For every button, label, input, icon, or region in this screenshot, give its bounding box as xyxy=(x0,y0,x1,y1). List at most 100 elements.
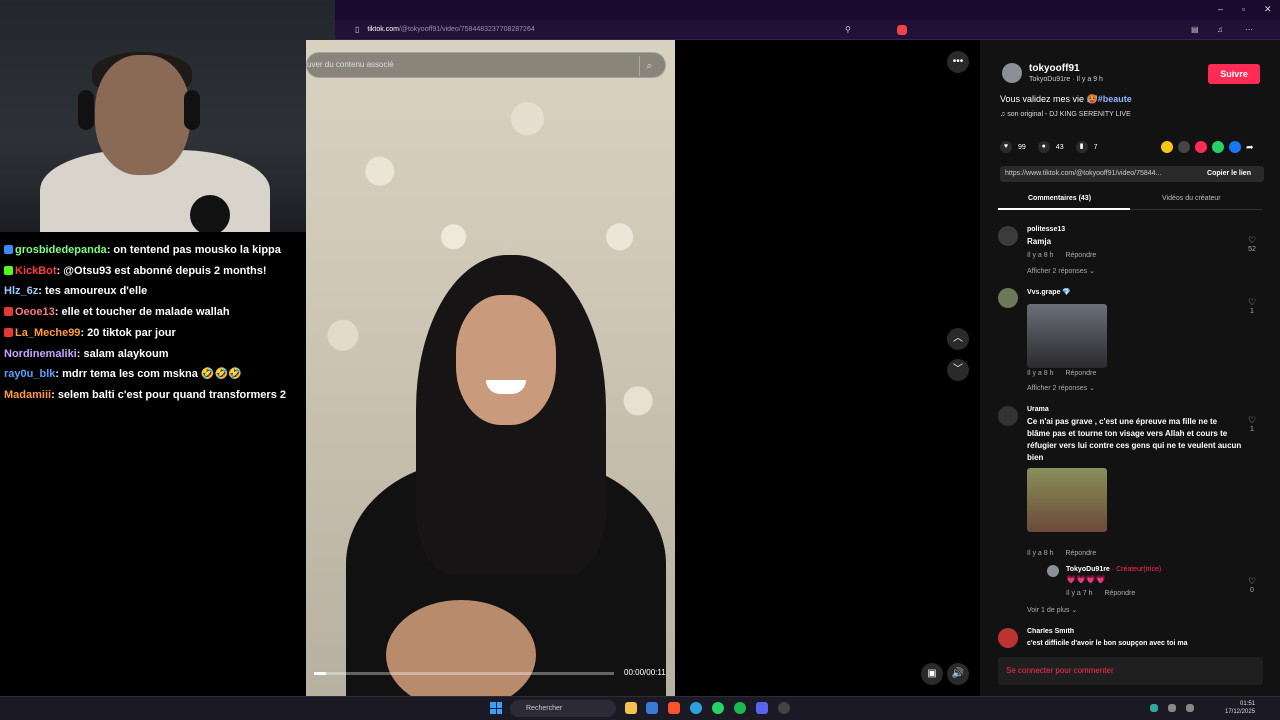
chat-username[interactable]: Nordinemaliki xyxy=(4,348,77,360)
comment-text: c'est difficile d'avoir le bon soupçon a… xyxy=(1027,640,1188,647)
video-link-field[interactable]: https://www.tiktok.com/@tokyooff91/video… xyxy=(1000,166,1264,182)
chat-username[interactable]: Oeoe13 xyxy=(15,306,55,318)
commenter-avatar[interactable] xyxy=(998,628,1018,648)
translate-icon[interactable]: ⚲ xyxy=(845,25,851,34)
chat-text: @Otsu93 est abonné depuis 2 months! xyxy=(63,264,267,277)
tab-creator-videos[interactable]: Vidéos du créateur xyxy=(1162,195,1221,202)
volume-tray-icon[interactable] xyxy=(1186,704,1194,712)
search-icon[interactable]: ⌕ xyxy=(639,56,659,76)
related-search-input[interactable]: uver du contenu associé ⌕ xyxy=(306,52,666,78)
comment-meta: Il y a 8 h Répondre xyxy=(1027,252,1097,259)
volume-icon[interactable]: 🔊 xyxy=(947,663,969,685)
comment-like[interactable]: ♡ 52 xyxy=(1244,235,1260,253)
comment-item: Urama Ce n'ai pas grave , c'est une épre… xyxy=(998,406,1260,626)
chat-message: Madamiii: selem balti c'est pour quand t… xyxy=(4,388,286,401)
chat-text: tes amoureux d'elle xyxy=(44,285,148,298)
reply-like[interactable]: ♡ 0 xyxy=(1244,576,1260,594)
commenter-avatar[interactable] xyxy=(998,288,1018,308)
reply-author[interactable]: TokyoDu91re · Créateur(trice) xyxy=(1066,566,1161,573)
tab-comments[interactable]: Commentaires (43) xyxy=(1028,195,1091,202)
commenter-name[interactable]: Vvs.grape 💎 xyxy=(1027,288,1071,296)
system-clock[interactable]: 01:51 17/12/2025 xyxy=(1225,700,1255,716)
chat-username[interactable]: Madamiii xyxy=(4,389,51,401)
commenter-name[interactable]: Charles Smith xyxy=(1027,628,1074,635)
discord-icon[interactable] xyxy=(756,702,768,714)
login-to-comment-button[interactable]: Se connecter pour commenter xyxy=(998,657,1263,685)
commenter-name[interactable]: politesse13 xyxy=(1027,226,1065,233)
show-replies-button[interactable]: Afficher 2 réponses ⌄ xyxy=(1027,384,1095,392)
url-text[interactable]: tiktok.com/@tokyooff91/video/75844832377… xyxy=(367,26,534,33)
hashtag-link[interactable]: #beaute xyxy=(1098,94,1132,104)
chat-username[interactable]: Hlz_6z xyxy=(4,285,38,297)
minimize-icon[interactable]: – xyxy=(1218,4,1223,14)
video-player[interactable]: uver du contenu associé ⌕ 00:00/00:11 xyxy=(306,40,675,696)
music-icon[interactable]: ♫ xyxy=(1217,25,1223,34)
reply-button[interactable]: Répondre xyxy=(1065,550,1096,557)
maximize-icon[interactable]: ▫ xyxy=(1242,4,1245,14)
comment-item: Vvs.grape 💎 Il y a 8 h Répondre Afficher … xyxy=(998,288,1260,398)
video-caption: Vous validez mes vie 🥵#beaute xyxy=(1000,94,1132,104)
bookmark-icon[interactable]: ▮ xyxy=(1075,141,1088,153)
chat-text: on tentend pas mousko la kippa xyxy=(113,244,281,256)
previous-video-icon[interactable]: ︿ xyxy=(947,328,969,350)
chat-username[interactable]: ray0u_blk xyxy=(4,368,55,380)
video-timecode: 00:00/00:11 xyxy=(624,668,666,677)
chat-message: Oeoe13: elle et toucher de malade wallah xyxy=(4,302,306,323)
next-video-icon[interactable]: ﹀ xyxy=(947,359,969,381)
more-options-icon[interactable]: ••• xyxy=(947,51,969,73)
author-subtitle: TokyoDu91re · Il y a 9 h xyxy=(1029,76,1103,83)
network-icon[interactable] xyxy=(1168,704,1176,712)
chat-message: Nordinemaliki: salam alaykoum xyxy=(4,347,169,360)
close-icon[interactable]: ✕ xyxy=(1264,4,1272,15)
commenter-avatar[interactable] xyxy=(998,226,1018,246)
chat-username[interactable]: La_Meche99 xyxy=(15,327,80,339)
author-avatar[interactable] xyxy=(1002,63,1022,83)
spotify-icon[interactable] xyxy=(734,702,746,714)
author-name[interactable]: tokyooff91 xyxy=(1029,63,1080,74)
bookmark-icon[interactable]: ▯ xyxy=(355,25,359,34)
facebook-icon[interactable] xyxy=(1229,141,1241,153)
extension-icon[interactable] xyxy=(897,25,907,35)
embed-icon[interactable] xyxy=(1178,141,1190,153)
follow-button[interactable]: Suivre xyxy=(1208,64,1260,84)
reply-button[interactable]: Répondre xyxy=(1104,590,1135,597)
chat-badge-icon xyxy=(4,327,13,337)
send-icon[interactable] xyxy=(1195,141,1207,153)
comment-like[interactable]: ♡ 1 xyxy=(1244,415,1260,433)
brave-icon[interactable] xyxy=(668,702,680,714)
chat-username[interactable]: KickBot xyxy=(15,265,57,277)
commenter-name[interactable]: Urama xyxy=(1027,406,1049,413)
share-arrow-icon[interactable]: ➦ xyxy=(1246,141,1258,153)
reply-avatar[interactable] xyxy=(1047,565,1059,577)
music-label[interactable]: ♫ son original - DJ KING SERENITY LIVE xyxy=(1000,111,1131,118)
start-icon[interactable] xyxy=(490,702,502,714)
reply-button[interactable]: Répondre xyxy=(1065,252,1096,259)
whatsapp-app-icon[interactable] xyxy=(712,702,724,714)
heart-icon[interactable]: ♥ xyxy=(1000,141,1012,153)
menu-icon[interactable]: ⋯ xyxy=(1245,25,1253,34)
whatsapp-icon[interactable] xyxy=(1212,141,1224,153)
address-bar[interactable]: ▯ tiktok.com/@tokyooff91/video/758448323… xyxy=(335,20,1280,40)
comment-image[interactable] xyxy=(1027,468,1107,532)
commenter-avatar[interactable] xyxy=(998,406,1018,426)
sidebar-icon[interactable]: ▤ xyxy=(1191,25,1199,34)
comment-icon[interactable]: ● xyxy=(1037,141,1050,153)
tray-icon[interactable] xyxy=(1150,704,1158,712)
show-more-replies-button[interactable]: Voir 1 de plus ⌄ xyxy=(1027,606,1077,614)
copy-link-button[interactable]: Copier le lien xyxy=(1194,166,1264,182)
chat-username[interactable]: grosbidedepanda xyxy=(15,244,107,256)
video-progress-bar[interactable] xyxy=(314,672,614,675)
likes-count: 99 xyxy=(1018,143,1026,151)
obs-icon[interactable] xyxy=(778,702,790,714)
telegram-icon[interactable] xyxy=(690,702,702,714)
miniplayer-icon[interactable]: ▣ xyxy=(921,663,943,685)
show-replies-button[interactable]: Afficher 2 réponses ⌄ xyxy=(1027,267,1095,275)
comment-like[interactable]: ♡ 1 xyxy=(1244,297,1260,315)
comment-image[interactable] xyxy=(1027,304,1107,368)
taskbar-search-input[interactable]: Rechercher xyxy=(510,700,616,717)
reply-button[interactable]: Répondre xyxy=(1065,370,1096,377)
file-explorer-icon[interactable] xyxy=(625,702,637,714)
chat-badge-icon xyxy=(4,265,13,275)
store-icon[interactable] xyxy=(646,702,658,714)
share-friends-icon[interactable] xyxy=(1161,141,1173,153)
